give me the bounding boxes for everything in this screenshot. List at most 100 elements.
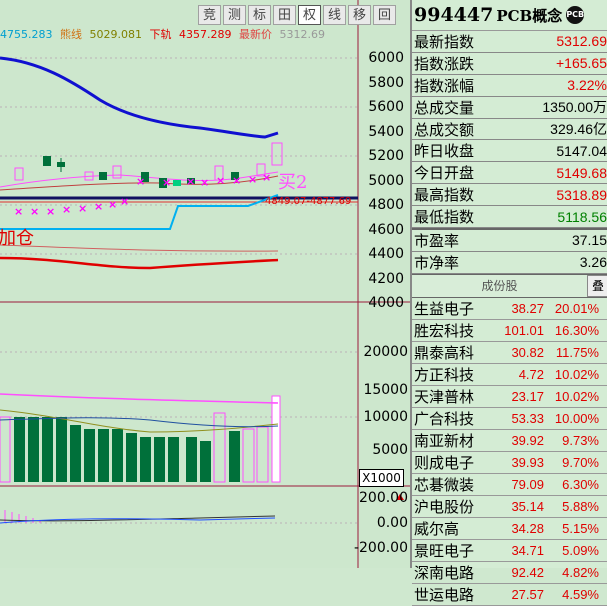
quote-row: 最高指数 5318.89 [412,184,607,207]
component-row[interactable]: 沪电股份 35.14 5.88% [412,496,607,518]
ratio-value: 3.26 [579,254,607,271]
volume-bars [0,395,281,483]
index-code: 994447 [414,4,494,26]
component-price: 101.01 [504,322,544,338]
component-name: 世运电路 [414,585,475,604]
ratio-section: 市盈率 37.15 市净率 3.26 [412,228,607,274]
quote-row: 最新指数 5312.69 [412,31,607,53]
svg-text:×: × [216,174,225,187]
component-row[interactable]: 威尔高 34.28 5.15% [412,518,607,540]
component-price: 35.14 [511,498,544,514]
component-name: 生益电子 [414,299,475,318]
component-change: 5.88% [562,498,599,514]
volume-axis-label: 5000 [372,442,408,458]
component-row[interactable]: 方正科技 4.72 10.02% [412,364,607,386]
svg-text:×: × [232,174,241,187]
lower-band-line [0,256,279,270]
component-name: 天津普林 [414,387,475,406]
component-change: 9.73% [562,432,599,448]
quote-value: 5118.56 [557,208,607,225]
ma-blue-line [0,56,279,139]
component-row[interactable]: 则成电子 39.93 9.70% [412,452,607,474]
candlestick-chart[interactable]: × × × × × × × ×× × × × × × × × [0,0,410,568]
price-axis-label: 6000 [368,50,404,66]
svg-text:×: × [200,176,209,189]
cyan-line [0,194,279,230]
quote-label: 最高指数 [414,186,475,205]
svg-text:×: × [30,205,39,218]
component-row[interactable]: 景旺电子 34.71 5.09% [412,540,607,562]
components-title: 成份股 [481,279,518,294]
tb-button-line[interactable]: 线 [323,5,346,25]
component-row[interactable]: 广合科技 53.33 10.00% [412,408,607,430]
tb-button-mark[interactable]: 标 [248,5,271,25]
svg-text:×: × [62,203,71,216]
component-row[interactable]: 深南电路 92.42 4.82% [412,562,607,584]
svg-text:×: × [46,205,55,218]
components-header: 成份股 叠 [412,273,607,298]
quote-label: 指数涨幅 [414,76,475,95]
price-axis-label: 4800 [368,197,404,213]
macd-axis-label: 200.00 [359,490,408,506]
price-axis-label: 5400 [368,124,404,140]
quote-value: 5312.69 [556,33,607,50]
quote-value: 3.22% [567,77,607,94]
component-price: 38.27 [511,300,544,316]
quote-label: 昨日收盘 [414,142,475,161]
component-row[interactable]: 生益电子 38.27 20.01% [412,298,607,320]
quote-row: 总成交额 329.46亿 [412,119,607,141]
component-row[interactable]: 芯碁微装 79.09 6.30% [412,474,607,496]
component-row[interactable]: 南亚新材 39.92 9.73% [412,430,607,452]
component-change: 10.02% [554,366,599,382]
quote-value: +165.65 [556,55,607,72]
price-axis-label: 5800 [368,75,404,91]
component-name: 鼎泰高科 [414,343,475,362]
candlesticks [14,142,283,188]
svg-text:×: × [186,175,195,188]
tb-button-weight[interactable]: 权 [298,5,321,25]
quote-row: 昨日收盘 5147.04 [412,140,607,163]
component-price: 34.28 [511,520,544,536]
tb-button-move[interactable]: 移 [348,5,371,25]
quote-panel: 994447 PCB概念 PCB 最新指数 5312.69 指数涨跌 +165.65 指… [410,0,607,606]
component-change: 16.30% [554,322,599,338]
svg-text:×: × [78,202,87,215]
pcb-logo-icon: PCB [566,6,585,24]
component-price: 39.93 [511,454,544,470]
index-name: PCB概念 [496,6,563,25]
buy-signal-label: 买2 [278,172,308,193]
price-axis-label: 5000 [368,173,404,189]
component-row[interactable]: 天津普林 23.17 10.02% [412,386,607,408]
component-row[interactable]: 胜宏科技 101.01 16.30% [412,320,607,342]
component-row[interactable]: 世运电路 27.57 4.59% [412,584,607,606]
quote-label: 最新指数 [414,32,475,51]
component-name: 深南电路 [414,563,475,582]
quote-label: 总成交量 [414,98,475,117]
component-price: 27.57 [511,586,544,602]
component-change: 10.02% [554,388,599,404]
component-name: 景旺电子 [414,541,475,560]
chart-area[interactable]: × × × × × × × × × × × × × × × × 竞 测 标 田 … [0,0,410,568]
svg-text:×: × [94,200,103,213]
quote-label: 今日开盘 [414,164,475,183]
tb-button-back[interactable]: 回 [373,5,396,25]
components-list: 生益电子 38.27 20.01% 胜宏科技 101.01 16.30% 鼎泰高科 30.82… [412,298,607,606]
ratio-label: 市净率 [414,253,460,272]
overlay-button[interactable]: 叠 [587,274,607,297]
component-price: 4.72 [518,366,544,382]
tb-button-grid[interactable]: 田 [273,5,296,25]
component-row[interactable]: 鼎泰高科 30.82 11.75% [412,342,607,364]
tb-button-compete[interactable]: 竞 [198,5,221,25]
quote-value: 5318.89 [556,186,607,203]
component-price: 23.17 [511,388,544,404]
ratio-row: 市净率 3.26 [412,252,607,274]
quote-row: 总成交量 1350.00万 [412,97,607,119]
tb-button-test[interactable]: 测 [223,5,246,25]
info-value-2: 5029.081 [89,28,143,41]
volume-unit-badge[interactable]: X1000 [359,469,404,487]
component-price: 39.92 [511,432,544,448]
quote-row: 今日开盘 5149.68 [412,162,607,185]
quote-value: 1350.00万 [542,99,607,116]
component-change: 11.75% [555,344,599,360]
component-price: 30.82 [511,344,544,360]
